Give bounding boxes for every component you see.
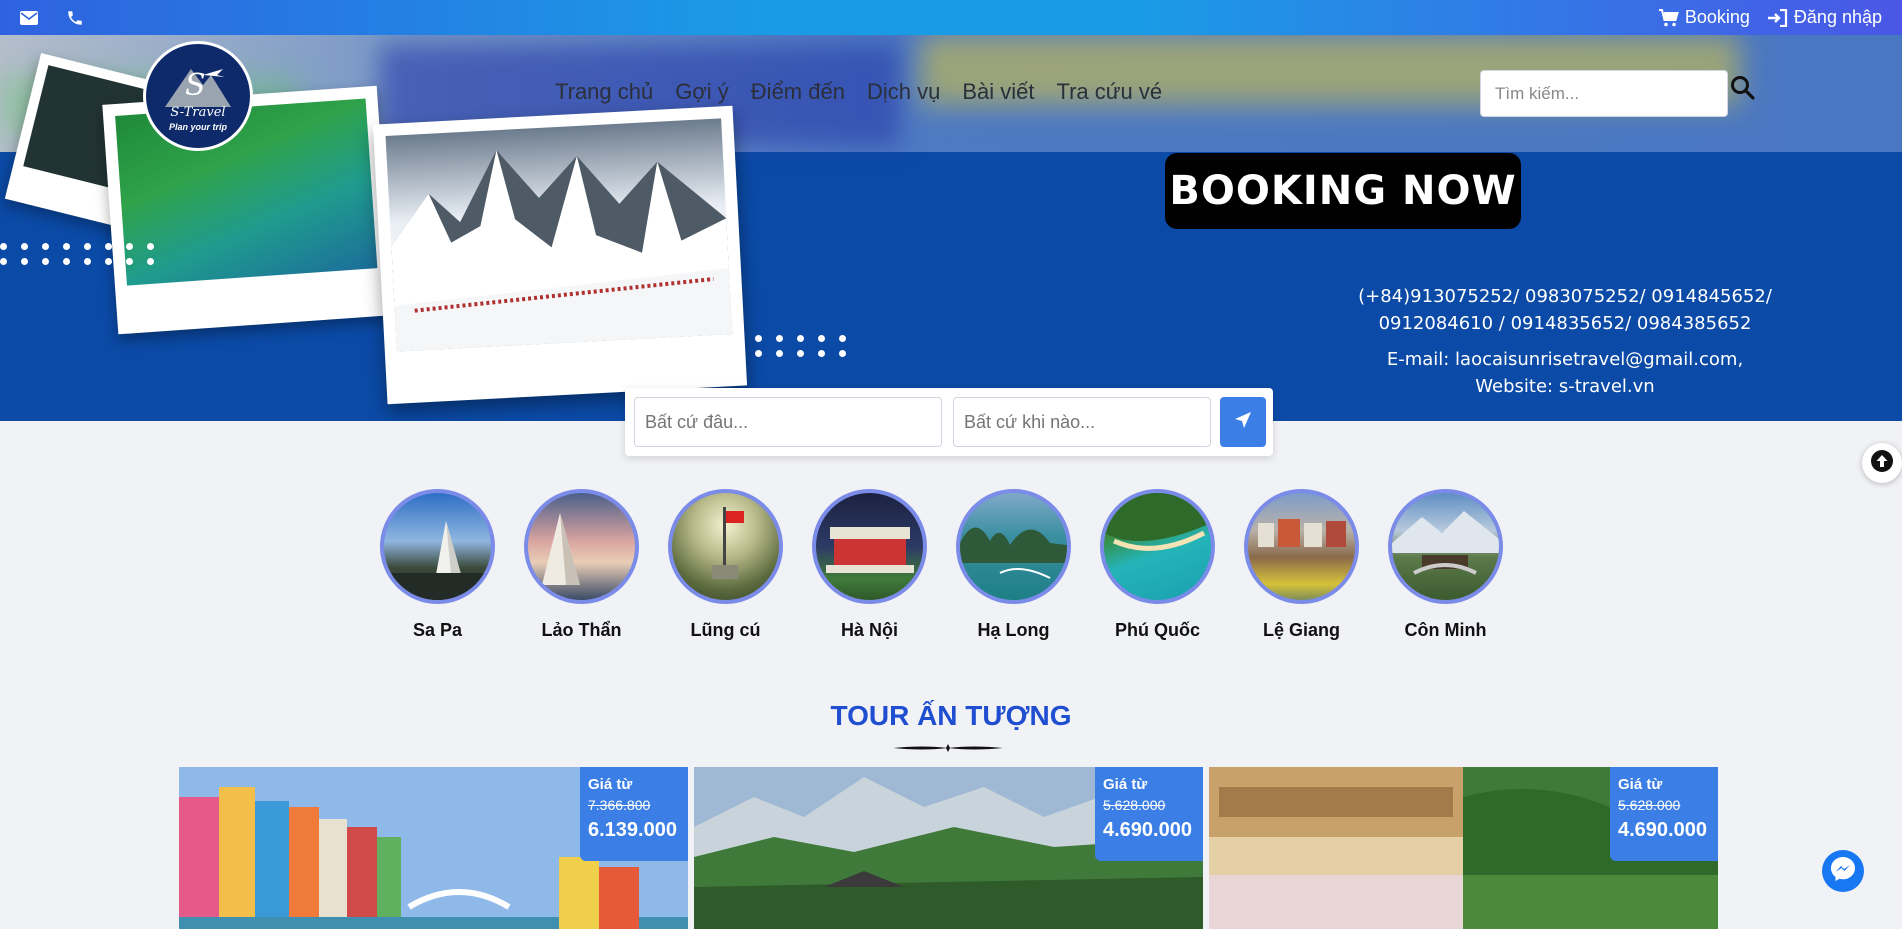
title-divider — [893, 744, 1003, 752]
decor-dots-center — [692, 335, 846, 357]
when-input[interactable] — [953, 397, 1211, 447]
price-tag: Giá từ 7.366.800 6.139.000 — [580, 767, 688, 861]
trip-search-box — [625, 388, 1273, 456]
logo-mountain-icon: S — [165, 68, 231, 107]
contact-website: Website: s-travel.vn — [1475, 376, 1655, 397]
destination-list: Sa Pa Lảo Thẩn Lũng cú Hà Nội Hạ Long Ph… — [380, 489, 1503, 641]
new-price: 4.690.000 — [1618, 819, 1707, 841]
booking-now-banner[interactable]: BOOKING NOW — [1165, 153, 1521, 229]
destination-item[interactable]: Côn Minh — [1388, 489, 1503, 641]
booking-link[interactable]: Booking — [1658, 7, 1750, 28]
photo-card-lake — [102, 85, 393, 335]
main-menu: Trang chủ Gợi ý Điểm đến Dịch vụ Bài viế… — [555, 79, 1162, 105]
top-bar: Booking Đăng nhập — [0, 0, 1902, 35]
hero-banner: S S-Travel Plan your trip Trang chủ Gợi … — [0, 35, 1902, 421]
old-price: 5.628.000 — [1103, 797, 1166, 813]
price-tag: Giá từ 5.628.000 4.690.000 — [1610, 767, 1718, 861]
site-logo[interactable]: S S-Travel Plan your trip — [143, 41, 253, 151]
destination-item[interactable]: Hạ Long — [956, 489, 1071, 641]
price-label: Giá từ — [1103, 776, 1148, 793]
destination-item[interactable]: Hà Nội — [812, 489, 927, 641]
tour-card[interactable]: Giá từ 5.628.000 4.690.000 — [694, 767, 1203, 929]
new-price: 4.690.000 — [1103, 819, 1192, 841]
destination-item[interactable]: Phú Quốc — [1100, 489, 1215, 641]
destination-image — [1244, 489, 1359, 604]
destination-image — [380, 489, 495, 604]
arrow-up-circle-icon — [1870, 449, 1894, 478]
site-search-input[interactable] — [1480, 70, 1728, 117]
messenger-icon — [1829, 855, 1857, 888]
destination-name: Hạ Long — [977, 620, 1050, 640]
decor-dots-left — [0, 243, 154, 265]
tour-card[interactable]: Giá từ 5.628.000 4.690.000 — [1209, 767, 1718, 929]
destination-image — [524, 489, 639, 604]
menu-articles[interactable]: Bài viết — [962, 79, 1034, 105]
tour-list: Giá từ 7.366.800 6.139.000 Giá từ 5.628.… — [179, 767, 1718, 929]
contact-info: (+84)913075252/ 0983075252/ 0914845652/ … — [1300, 283, 1830, 400]
section-title: TOUR ẤN TƯỢNG — [830, 700, 1072, 731]
old-price: 7.366.800 — [588, 797, 651, 813]
menu-ticket-lookup[interactable]: Tra cứu vé — [1056, 79, 1162, 105]
search-submit-button[interactable] — [1220, 397, 1266, 447]
destination-name: Phú Quốc — [1115, 620, 1200, 640]
destination-name: Hà Nội — [840, 620, 898, 640]
new-price: 6.139.000 — [588, 819, 677, 841]
messenger-chat-button[interactable] — [1822, 850, 1864, 892]
destination-name: Lảo Thẩn — [541, 620, 622, 640]
destination-image — [1100, 489, 1215, 604]
destination-name: Sa Pa — [412, 620, 463, 640]
price-label: Giá từ — [588, 776, 633, 793]
paper-plane-icon — [1233, 410, 1253, 435]
photo-card-mountain — [372, 105, 748, 405]
destination-item[interactable]: Lũng cú — [668, 489, 783, 641]
logo-text: S-Travel — [170, 104, 226, 120]
old-price: 5.628.000 — [1618, 797, 1681, 813]
destination-image — [1388, 489, 1503, 604]
price-tag: Giá từ 5.628.000 4.690.000 — [1095, 767, 1203, 861]
scroll-to-top-button[interactable] — [1862, 443, 1902, 483]
destination-item[interactable]: Lảo Thẩn — [524, 489, 639, 641]
menu-suggestions[interactable]: Gợi ý — [675, 79, 729, 105]
where-input[interactable] — [634, 397, 942, 447]
destination-image — [668, 489, 783, 604]
booking-label: Booking — [1684, 7, 1750, 27]
price-label: Giá từ — [1618, 776, 1663, 793]
phone-icon[interactable] — [66, 9, 84, 27]
tour-card[interactable]: Giá từ 7.366.800 6.139.000 — [179, 767, 688, 929]
destination-image — [812, 489, 927, 604]
login-link[interactable]: Đăng nhập — [1767, 7, 1882, 28]
logo-tagline: Plan your trip — [168, 121, 227, 132]
destination-image — [956, 489, 1071, 604]
search-icon[interactable] — [1730, 75, 1760, 105]
login-label: Đăng nhập — [1793, 7, 1882, 27]
destination-name: Lệ Giang — [1262, 620, 1340, 640]
svg-text:S: S — [185, 68, 206, 103]
destination-name: Lũng cú — [690, 620, 761, 640]
destination-name: Côn Minh — [1404, 620, 1487, 640]
cart-icon — [1658, 8, 1679, 27]
menu-home[interactable]: Trang chủ — [555, 79, 653, 105]
menu-services[interactable]: Dịch vụ — [867, 79, 940, 105]
contact-phones: (+84)913075252/ 0983075252/ 0914845652/ … — [1358, 286, 1772, 334]
envelope-icon[interactable] — [20, 10, 38, 25]
destination-item[interactable]: Sa Pa — [380, 489, 495, 641]
sign-in-icon — [1767, 8, 1788, 27]
menu-destinations[interactable]: Điểm đến — [751, 79, 845, 105]
contact-email: E-mail: laocaisunrisetravel@gmail.com, — [1386, 349, 1744, 370]
destination-item[interactable]: Lệ Giang — [1244, 489, 1359, 641]
